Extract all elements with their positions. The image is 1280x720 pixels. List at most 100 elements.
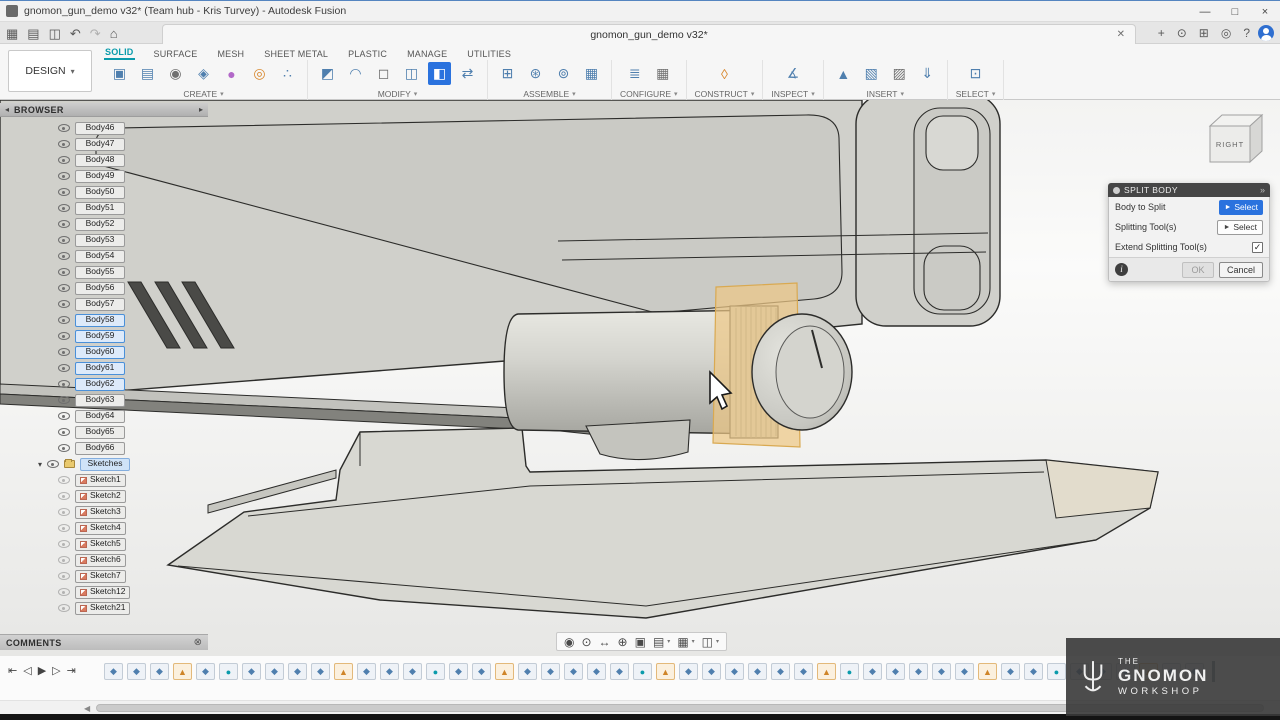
visibility-eye-icon[interactable] [58, 380, 70, 388]
visibility-eye-icon[interactable] [58, 172, 70, 180]
visibility-eye-icon[interactable] [58, 556, 70, 564]
browser-header[interactable]: ◂ BROWSER ▸ [0, 103, 208, 117]
visibility-eye-icon[interactable] [58, 316, 70, 324]
offset-plane-icon[interactable]: ◊ [713, 62, 736, 85]
ok-button[interactable]: OK [1182, 262, 1214, 278]
timeline-feature-icon[interactable]: ◆ [725, 663, 744, 680]
timeline-feature-icon[interactable]: ◆ [403, 663, 422, 680]
redo-icon[interactable]: ↷ [90, 27, 101, 40]
visibility-eye-icon[interactable] [58, 284, 70, 292]
close-button[interactable]: × [1250, 1, 1280, 22]
document-tab[interactable]: gnomon_gun_demo v32* ✕ [162, 24, 1136, 44]
shell-icon[interactable]: ◻ [372, 62, 395, 85]
body-label[interactable]: Body54 [75, 250, 125, 263]
configure-icon[interactable]: ≣ [623, 62, 646, 85]
ribbon-tab-plastic[interactable]: PLASTIC [347, 49, 388, 60]
timeline-feature-icon[interactable]: ◆ [564, 663, 583, 680]
notifications-icon[interactable]: ◎ [1221, 26, 1231, 40]
skip-to-start-button[interactable]: ⇤ [8, 664, 17, 677]
timeline-feature-icon[interactable]: ◆ [288, 663, 307, 680]
body-label[interactable]: Body63 [75, 394, 125, 407]
body-label[interactable]: Body56 [75, 282, 125, 295]
combine-icon[interactable]: ◫ [400, 62, 423, 85]
visibility-eye-icon[interactable] [47, 460, 59, 468]
zoom-icon[interactable]: ⊕ [618, 636, 628, 648]
body-label[interactable]: Body58 [75, 314, 125, 327]
visibility-eye-icon[interactable] [58, 332, 70, 340]
workspace-selector[interactable]: DESIGN ▾ [8, 50, 92, 92]
timeline-feature-icon[interactable]: ◆ [679, 663, 698, 680]
display-settings-icon[interactable]: ▤ [653, 636, 664, 648]
sketch-label[interactable]: Sketch7 [75, 570, 126, 583]
ribbon-tab-sheet-metal[interactable]: SHEET METAL [263, 49, 329, 60]
body-to-split-select-button[interactable]: ► Select [1219, 200, 1263, 215]
visibility-eye-icon[interactable] [58, 140, 70, 148]
visibility-eye-icon[interactable] [58, 204, 70, 212]
align-icon[interactable]: ⇄ [456, 62, 479, 85]
body-label[interactable]: Body55 [75, 266, 125, 279]
sketch-label[interactable]: Sketch2 [75, 490, 126, 503]
group-label-configure[interactable]: CONFIGURE [620, 89, 671, 99]
timeline-feature-icon[interactable]: ◆ [794, 663, 813, 680]
body-label[interactable]: Body61 [75, 362, 125, 375]
splitting-tools-select-button[interactable]: ► Select [1217, 220, 1263, 235]
visibility-eye-icon[interactable] [58, 364, 70, 372]
body-label[interactable]: Body57 [75, 298, 125, 311]
ribbon-tab-mesh[interactable]: MESH [216, 49, 245, 60]
visibility-eye-icon[interactable] [58, 444, 70, 452]
revolve-icon[interactable]: ◉ [164, 62, 187, 85]
user-avatar[interactable] [1258, 25, 1274, 41]
timeline-feature-icon[interactable]: ◆ [449, 663, 468, 680]
sketch-label[interactable]: Sketch12 [75, 586, 130, 599]
body-label[interactable]: Body65 [75, 426, 125, 439]
visibility-eye-icon[interactable] [58, 252, 70, 260]
visibility-eye-icon[interactable] [58, 604, 70, 612]
timeline-feature-icon[interactable]: ◆ [357, 663, 376, 680]
sketch-label[interactable]: Sketch3 [75, 506, 126, 519]
app-menu-icon[interactable]: ▦ [6, 27, 18, 40]
group-label-assemble[interactable]: ASSEMBLE [523, 89, 569, 99]
visibility-eye-icon[interactable] [58, 428, 70, 436]
scroll-left-icon[interactable]: ◀ [84, 704, 90, 713]
timeline-feature-icon[interactable]: ● [633, 663, 652, 680]
timeline-feature-icon[interactable]: ◆ [886, 663, 905, 680]
visibility-eye-icon[interactable] [58, 124, 70, 132]
viewports-icon[interactable]: ◫ [702, 636, 713, 648]
visibility-eye-icon[interactable] [58, 300, 70, 308]
step-forward-button[interactable]: ▷ [52, 664, 60, 677]
save-icon[interactable]: ◫ [49, 27, 61, 40]
sketch-label[interactable]: Sketch4 [75, 522, 126, 535]
timeline-feature-icon[interactable]: ◆ [610, 663, 629, 680]
timeline-feature-icon[interactable]: ◆ [541, 663, 560, 680]
extensions-icon[interactable]: ⊞ [1199, 26, 1209, 40]
body-label[interactable]: Body59 [75, 330, 125, 343]
pan-icon[interactable]: ↔ [599, 636, 611, 648]
body-label[interactable]: Body52 [75, 218, 125, 231]
body-label[interactable]: Body50 [75, 186, 125, 199]
model-barrel-bracket[interactable] [586, 420, 690, 460]
group-label-modify[interactable]: MODIFY [378, 89, 411, 99]
timeline-feature-icon[interactable]: ◆ [150, 663, 169, 680]
visibility-eye-icon[interactable] [58, 492, 70, 500]
close-comments-icon[interactable]: ⊗ [194, 637, 202, 648]
skip-to-end-button[interactable]: ⇥ [67, 664, 76, 677]
timeline-feature-icon[interactable]: ▲ [817, 663, 836, 680]
body-label[interactable]: Body60 [75, 346, 125, 359]
home-icon[interactable]: ⌂ [110, 27, 118, 40]
sketch-label[interactable]: Sketch5 [75, 538, 126, 551]
dialog-header[interactable]: SPLIT BODY » [1108, 183, 1270, 197]
group-label-create[interactable]: CREATE [183, 89, 217, 99]
as-built-joint-icon[interactable]: ⊚ [552, 62, 575, 85]
timeline-feature-icon[interactable]: ◆ [196, 663, 215, 680]
info-icon[interactable]: i [1115, 263, 1128, 276]
grid-snaps-icon[interactable]: ▦ [677, 636, 688, 648]
timeline-feature-icon[interactable]: ● [426, 663, 445, 680]
insert-mesh-icon[interactable]: ▲ [832, 62, 855, 85]
sketch-label[interactable]: Sketch6 [75, 554, 126, 567]
timeline-feature-icon[interactable]: ◆ [909, 663, 928, 680]
minimize-button[interactable]: — [1190, 1, 1220, 22]
joint-icon[interactable]: ⊛ [524, 62, 547, 85]
timeline-feature-icon[interactable]: ◆ [587, 663, 606, 680]
timeline-feature-icon[interactable]: ◆ [771, 663, 790, 680]
timeline-feature-icon[interactable]: ▲ [334, 663, 353, 680]
